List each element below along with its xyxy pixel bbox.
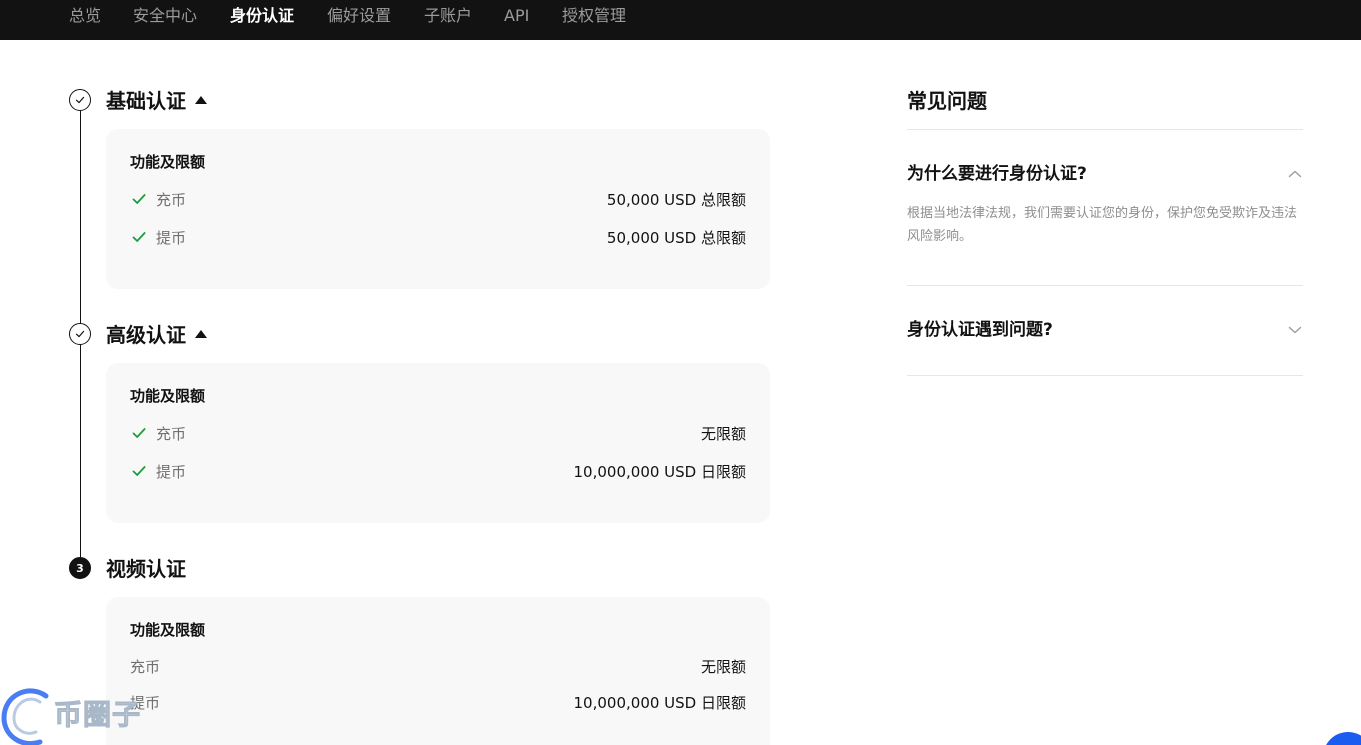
check-icon — [132, 428, 146, 438]
limit-row-withdraw: 提币 10,000,000 USD 日限额 — [130, 691, 746, 713]
nav-item-identity-verification[interactable]: 身份认证 — [230, 6, 294, 26]
row-value: 无限额 — [700, 424, 746, 443]
step-3-title-text: 视频认证 — [106, 557, 186, 581]
nav-item-security-center[interactable]: 安全中心 — [133, 6, 197, 26]
row-value: 50,000 USD 总限额 — [606, 190, 746, 209]
limit-row-deposit: 充币 无限额 — [130, 655, 746, 677]
step-1-title-text: 基础认证 — [106, 89, 186, 113]
check-icon — [132, 232, 146, 242]
faq-divider — [907, 285, 1303, 286]
faq-question-text: 为什么要进行身份认证? — [907, 164, 1087, 184]
nav-item-overview[interactable]: 总览 — [69, 6, 101, 26]
row-label: 充币 — [156, 190, 187, 209]
check-icon — [132, 194, 146, 204]
faq-title: 常见问题 — [907, 89, 987, 113]
row-value: 10,000,000 USD 日限额 — [573, 693, 746, 712]
watermark: 币圈子 — [0, 686, 160, 745]
row-label: 充币 — [156, 424, 187, 443]
chevron-down-icon[interactable] — [1287, 322, 1303, 338]
limit-row-withdraw: 提币 10,000,000 USD 日限额 — [130, 460, 746, 482]
faq-divider — [907, 129, 1303, 130]
step-1-card: 功能及限额 充币 50,000 USD 总限额 提币 50,000 USD 总限… — [106, 129, 770, 289]
check-icon — [132, 466, 146, 476]
step-3-title: 视频认证 — [106, 557, 186, 581]
step-2-card: 功能及限额 充币 无限额 提币 10,000,000 USD 日限额 — [106, 363, 770, 523]
top-nav: 总览 安全中心 身份认证 偏好设置 子账户 API 授权管理 — [0, 0, 1361, 40]
nav-item-preferences[interactable]: 偏好设置 — [327, 6, 391, 26]
nav-item-api[interactable]: API — [504, 6, 529, 26]
row-label: 提币 — [156, 228, 187, 247]
row-value: 无限额 — [700, 657, 746, 676]
faq-question-text: 身份认证遇到问题? — [907, 320, 1053, 340]
faq-answer: 根据当地法律法规，我们需要认证您的身份，保护您免受欺诈及违法风险影响。 — [907, 206, 1298, 244]
check-icon — [75, 96, 85, 104]
row-value: 50,000 USD 总限额 — [606, 228, 746, 247]
faq-question-verify-problem[interactable]: 身份认证遇到问题? — [907, 319, 1303, 341]
limit-row-deposit: 充币 无限额 — [130, 422, 746, 444]
chevron-up-icon[interactable] — [1287, 166, 1303, 182]
step-3-number: 3 — [76, 561, 84, 575]
faq-divider — [907, 375, 1303, 376]
step-3-number-badge: 3 — [69, 557, 91, 579]
caret-up-icon[interactable] — [195, 330, 207, 338]
row-label: 充币 — [130, 657, 161, 676]
step-1-title: 基础认证 — [106, 89, 207, 113]
step-3-card: 功能及限额 充币 无限额 提币 10,000,000 USD 日限额 — [106, 597, 770, 745]
step-1-completed-icon — [69, 89, 91, 111]
watermark-text: 币圈子 — [53, 698, 142, 732]
check-icon — [75, 330, 85, 338]
card-title: 功能及限额 — [130, 621, 206, 639]
step-2-completed-icon — [69, 323, 91, 345]
step-2-title-text: 高级认证 — [106, 323, 186, 347]
watermark-logo-icon — [1, 688, 49, 745]
faq-question-why-verify[interactable]: 为什么要进行身份认证? — [907, 163, 1303, 185]
limit-row-deposit: 充币 50,000 USD 总限额 — [130, 188, 746, 210]
row-label: 提币 — [156, 462, 187, 481]
chat-fab-button[interactable] — [1323, 732, 1361, 745]
nav-item-sub-accounts[interactable]: 子账户 — [424, 6, 472, 26]
row-value: 10,000,000 USD 日限额 — [573, 462, 746, 481]
caret-up-icon[interactable] — [195, 96, 207, 104]
limit-row-withdraw: 提币 50,000 USD 总限额 — [130, 226, 746, 248]
nav-item-authorization[interactable]: 授权管理 — [562, 6, 626, 26]
card-title: 功能及限额 — [130, 387, 206, 405]
step-2-title: 高级认证 — [106, 323, 207, 347]
card-title: 功能及限额 — [130, 153, 206, 171]
